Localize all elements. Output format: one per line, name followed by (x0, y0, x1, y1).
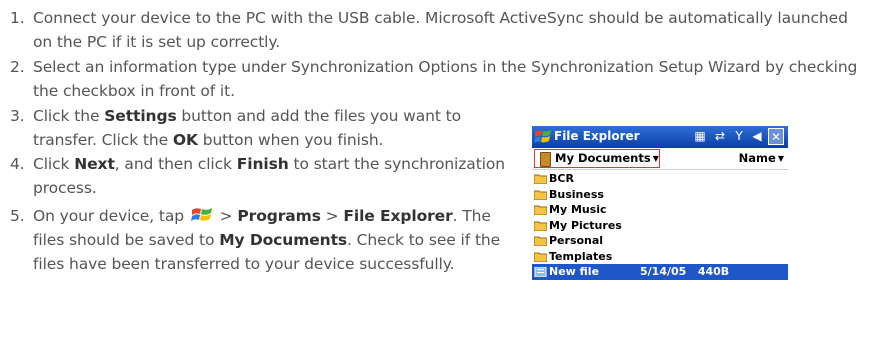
folder-icon (534, 236, 547, 246)
volume-icon[interactable]: ◀ (749, 128, 765, 145)
text-run: > (320, 207, 344, 225)
folder-icon (534, 252, 547, 262)
text-run: button when you finish. (197, 131, 384, 149)
file-name: Templates (549, 249, 613, 263)
step-number: 5. (10, 207, 25, 225)
file-list: BCR Business My Music My Pictures Person… (532, 171, 788, 280)
file-explorer-label: File Explorer (343, 207, 453, 225)
sort-dropdown[interactable]: Name ▼ (739, 151, 784, 165)
list-item[interactable]: Business (532, 187, 788, 203)
list-item[interactable]: BCR (532, 171, 788, 187)
file-name: New file (549, 265, 600, 278)
text-run: Click the (33, 107, 105, 125)
step-number: 2. (10, 58, 25, 76)
folder-dropdown[interactable]: My Documents ▼ (534, 149, 660, 168)
text-run: Click (33, 155, 75, 173)
step-number: 4. (10, 155, 25, 173)
settings-label: Settings (104, 107, 177, 125)
step-1: 1. Connect your device to the PC with th… (10, 6, 870, 54)
windows-flag-icon (190, 208, 212, 221)
folder-toolbar: My Documents ▼ Name ▼ (532, 149, 788, 170)
folder-icon (534, 205, 547, 215)
text-run: > (214, 207, 238, 225)
device-icon (540, 152, 551, 167)
list-item[interactable]: Personal (532, 233, 788, 249)
title-bar: File Explorer ▦ ⇄ Y ◀ ✕ (532, 126, 788, 148)
step-4: 4. Click Next, and then click Finish to … (10, 152, 510, 200)
text-run: , and then click (114, 155, 237, 173)
finish-label: Finish (236, 155, 289, 173)
my-documents-label: My Documents (219, 231, 348, 249)
sort-label: Name (738, 151, 776, 165)
window-title: File Explorer (554, 129, 640, 143)
file-name: Business (549, 187, 604, 201)
programs-label: Programs (237, 207, 321, 225)
folder-icon (534, 174, 547, 184)
list-item[interactable]: My Music (532, 202, 788, 218)
file-icon (534, 267, 547, 277)
step-text: Connect your device to the PC with the U… (33, 9, 848, 51)
step-text: Select an information type under Synchro… (33, 58, 858, 100)
step-number: 1. (10, 9, 25, 27)
list-item[interactable]: Templates (532, 249, 788, 265)
file-explorer-screenshot: File Explorer ▦ ⇄ Y ◀ ✕ My Documents ▼ Na… (532, 126, 788, 280)
step-3: 3. Click the Settings button and add the… (10, 104, 510, 152)
file-name: My Music (549, 203, 607, 216)
list-item[interactable]: My Pictures (532, 218, 788, 234)
keyboard-icon[interactable]: ▦ (692, 128, 708, 145)
folder-dropdown-label: My Documents ▼ (555, 151, 659, 165)
sync-icon[interactable]: ⇄ (712, 128, 728, 145)
file-name: Personal (549, 234, 604, 247)
signal-icon[interactable]: Y (731, 128, 747, 145)
selected-file-row[interactable]: New file 5/14/05 440B (532, 264, 788, 280)
text-run: On your device, tap (33, 207, 189, 225)
folder-name: My Documents (555, 151, 651, 165)
step-5: 5. On your device, tap > Programs > File… (10, 204, 510, 276)
step-text: Click the Settings button and add the fi… (33, 104, 510, 152)
next-label: Next (74, 155, 115, 173)
start-menu-icon[interactable] (534, 128, 552, 146)
file-meta: 5/14/05 440B (640, 265, 729, 278)
chevron-down-icon: ▼ (777, 154, 784, 163)
step-text: Click Next, and then click Finish to sta… (33, 152, 510, 200)
step-text: On your device, tap > Programs > File Ex… (33, 204, 510, 276)
folder-icon (534, 221, 547, 231)
file-name: BCR (549, 172, 574, 185)
chevron-down-icon: ▼ (652, 154, 659, 163)
file-size: 440B (697, 265, 730, 278)
step-number: 3. (10, 107, 25, 125)
step-2: 2. Select an information type under Sync… (10, 55, 870, 103)
ok-label: OK (172, 131, 198, 149)
file-date: 5/14/05 (640, 265, 687, 278)
file-name: My Pictures (549, 218, 622, 232)
close-icon[interactable]: ✕ (768, 128, 784, 145)
folder-icon (534, 190, 547, 200)
